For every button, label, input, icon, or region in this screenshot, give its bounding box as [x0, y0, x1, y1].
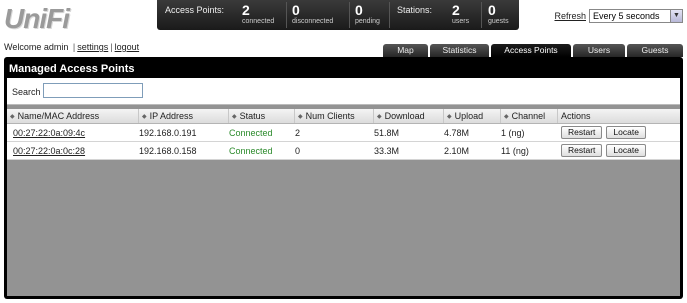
stat-divider — [349, 2, 350, 28]
column-header-ip[interactable]: ◆ IP Address — [138, 109, 228, 123]
user-bar-separator: | — [110, 42, 113, 52]
column-header-download[interactable]: ◆ Download — [373, 109, 443, 123]
column-header-label: IP Address — [149, 111, 193, 121]
table-row: 00:27:22:0a:0c:28 192.168.0.158 Connecte… — [7, 142, 680, 160]
restart-button[interactable]: Restart — [561, 126, 603, 139]
column-header-channel[interactable]: ◆ Channel — [500, 109, 557, 123]
column-header-label: Status — [239, 111, 266, 121]
ap-ip-cell: 192.168.0.191 — [139, 127, 197, 138]
stats-bar: Access Points: 2 connected 0 disconnecte… — [157, 0, 519, 30]
access-points-label: Access Points: — [165, 5, 225, 15]
stations-label: Stations: — [397, 5, 433, 15]
ap-download-cell: 33.3M — [374, 145, 400, 156]
search-label: Search — [12, 87, 41, 97]
locate-button[interactable]: Locate — [606, 144, 646, 157]
tab-map[interactable]: Map — [383, 44, 428, 57]
user-bar: Welcome admin | settings | logout — [4, 42, 139, 52]
stat-sta-users-label: users — [452, 18, 470, 25]
ap-clients-cell: 2 — [295, 127, 301, 138]
column-header-label: Upload — [454, 111, 484, 121]
column-header-upload[interactable]: ◆ Upload — [443, 109, 500, 123]
restart-button[interactable]: Restart — [561, 144, 603, 157]
managed-access-points-panel: Managed Access Points Search ◆ Name/MAC … — [4, 57, 683, 299]
column-header-actions: Actions — [557, 109, 680, 123]
column-header-num-clients[interactable]: ◆ Num Clients — [294, 109, 373, 123]
sort-icon: ◆ — [232, 113, 237, 120]
user-bar-separator: | — [72, 42, 76, 52]
chevron-down-icon[interactable]: ▼ — [670, 10, 682, 22]
sort-icon: ◆ — [447, 113, 452, 120]
tab-guests[interactable]: Guests — [627, 44, 683, 57]
ap-channel-cell: 1 (ng) — [501, 127, 525, 138]
column-header-label: Channel — [511, 111, 546, 121]
access-points-table: ◆ Name/MAC Address ◆ IP Address ◆ Status… — [7, 109, 680, 160]
sort-icon: ◆ — [377, 113, 382, 120]
stat-ap-disconnected-value: 0 — [292, 2, 300, 18]
ap-mac-link[interactable]: 00:27:22:0a:0c:28 — [13, 146, 85, 156]
stat-sta-guests-label: guests — [488, 18, 509, 25]
sort-icon: ◆ — [142, 113, 147, 120]
locate-button[interactable]: Locate — [606, 126, 646, 139]
sort-icon: ◆ — [504, 113, 509, 120]
tab-users[interactable]: Users — [573, 44, 625, 57]
tab-access-points[interactable]: Access Points — [491, 44, 571, 57]
ap-mac-link[interactable]: 00:27:22:0a:09:4c — [13, 128, 85, 138]
stat-ap-disconnected: 0 disconnected — [292, 2, 344, 28]
ap-status-cell: Connected — [229, 145, 273, 156]
refresh-interval-value: Every 5 seconds — [593, 11, 660, 21]
ap-channel-cell: 11 (ng) — [501, 145, 529, 156]
table-header-row: ◆ Name/MAC Address ◆ IP Address ◆ Status… — [7, 109, 680, 124]
page-title: Managed Access Points — [9, 63, 135, 75]
sort-icon: ◆ — [10, 113, 15, 120]
refresh-interval-select[interactable]: Every 5 seconds ▼ — [589, 9, 683, 23]
welcome-text: Welcome admin — [4, 42, 69, 52]
sort-icon: ◆ — [298, 113, 303, 120]
ap-mac-cell: 00:27:22:0a:09:4c — [13, 124, 85, 141]
ap-ip-cell: 192.168.0.158 — [139, 145, 197, 156]
logout-link[interactable]: logout — [115, 42, 140, 52]
main-tabs: Map Statistics Access Points Users Guest… — [381, 44, 683, 57]
stat-divider — [286, 2, 287, 28]
column-header-name-mac[interactable]: ◆ Name/MAC Address — [7, 109, 138, 123]
column-header-label: Num Clients — [305, 111, 355, 121]
table-row: 00:27:22:0a:09:4c 192.168.0.191 Connecte… — [7, 124, 680, 142]
ap-status-cell: Connected — [229, 127, 273, 138]
ap-download-cell: 51.8M — [374, 127, 400, 138]
stat-ap-connected-value: 2 — [242, 2, 250, 18]
stat-divider — [389, 2, 390, 28]
stat-ap-connected-label: connected — [242, 18, 275, 25]
tab-statistics[interactable]: Statistics — [430, 44, 489, 57]
stat-divider — [481, 2, 482, 28]
column-header-label: Download — [384, 111, 425, 121]
panel-content: Search ◆ Name/MAC Address ◆ IP Address ◆ — [7, 78, 680, 296]
ap-upload-cell: 4.78M — [444, 127, 470, 138]
unifi-app: UniFi Access Points: 2 connected 0 disco… — [0, 0, 687, 303]
stat-ap-pending-label: pending — [355, 18, 380, 25]
column-header-label: Actions — [561, 111, 591, 121]
search-input[interactable] — [43, 83, 143, 98]
ap-mac-cell: 00:27:22:0a:0c:28 — [13, 142, 85, 159]
ap-actions-cell: Restart Locate — [561, 124, 650, 141]
refresh-link[interactable]: Refresh — [554, 11, 586, 21]
refresh-control: Refresh Every 5 seconds ▼ — [554, 9, 683, 23]
ap-upload-cell: 2.10M — [444, 145, 470, 156]
stat-sta-users-value: 2 — [452, 2, 460, 18]
column-header-status[interactable]: ◆ Status — [228, 109, 294, 123]
column-header-label: Name/MAC Address — [17, 111, 100, 121]
search-bar: Search — [7, 78, 680, 105]
stat-ap-pending-value: 0 — [355, 2, 363, 18]
stat-sta-guests: 0 guests — [488, 2, 540, 28]
ap-actions-cell: Restart Locate — [561, 142, 650, 159]
stat-ap-disconnected-label: disconnected — [292, 18, 334, 25]
settings-link[interactable]: settings — [77, 42, 108, 52]
stat-sta-guests-value: 0 — [488, 2, 496, 18]
ap-clients-cell: 0 — [295, 145, 301, 156]
unifi-logo: UniFi — [4, 3, 70, 34]
